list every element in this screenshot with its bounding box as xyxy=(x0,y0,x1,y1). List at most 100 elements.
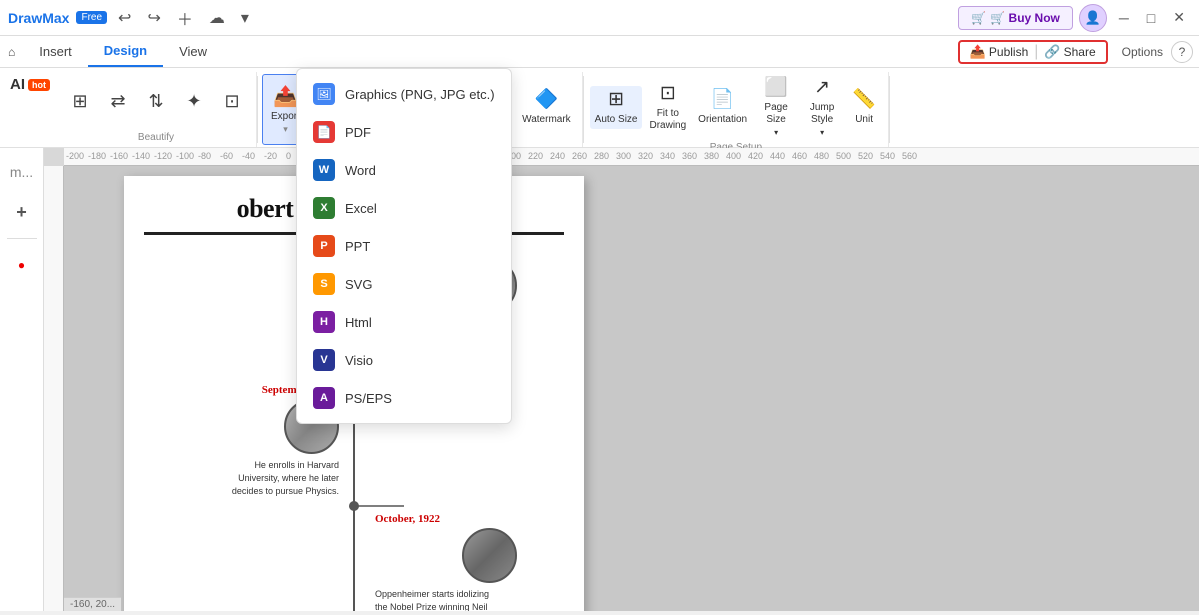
jump-style-button[interactable]: ↗ JumpStyle ▾ xyxy=(800,74,844,140)
share-icon: 🔗 xyxy=(1044,44,1060,60)
ribbon-toolbar: AI hot ⊞ ⇄ ⇅ ✦ ⊡ Beautify 📤 Export ▾ 🎨 B… xyxy=(0,68,1199,148)
buy-now-label: 🛒 Buy Now xyxy=(990,11,1060,25)
ribbon-tabs: ⌂ Insert Design View 📤 Publish | 🔗 Share… xyxy=(0,36,1199,68)
publish-icon: 📤 xyxy=(970,44,986,60)
ruler-mark: 560 xyxy=(902,151,917,161)
auto-size-button[interactable]: ⊞ Auto Size xyxy=(590,86,643,129)
tab-view[interactable]: View xyxy=(163,36,223,67)
beautify-btn-2[interactable]: ⇄ xyxy=(100,88,136,116)
export-word-label: Word xyxy=(345,163,376,178)
tab-design[interactable]: Design xyxy=(88,36,163,67)
tab-design-label: Design xyxy=(104,43,147,58)
ruler-mark: -60 xyxy=(220,151,233,161)
export-svg-item[interactable]: S SVG xyxy=(297,265,511,303)
export-pdf-item[interactable]: 📄 PDF xyxy=(297,113,511,151)
tool-dots-button[interactable]: m... xyxy=(4,154,40,190)
ruler-mark: 240 xyxy=(550,151,565,161)
tab-home[interactable]: ⌂ xyxy=(0,36,23,67)
watermark-label: Watermark xyxy=(522,114,571,126)
export-pdf-label: PDF xyxy=(345,125,371,140)
share-button[interactable]: 🔗 Share xyxy=(1040,42,1099,62)
beautify-btn-3[interactable]: ⇅ xyxy=(138,88,174,116)
maximize-button[interactable]: □ xyxy=(1141,8,1161,28)
auto-size-label: Auto Size xyxy=(595,114,638,126)
ruler-mark: 420 xyxy=(748,151,763,161)
help-button[interactable]: ? xyxy=(1171,41,1193,63)
export-png-label: Graphics (PNG, JPG etc.) xyxy=(345,87,495,102)
page-size-button[interactable]: ⬜ PageSize ▾ xyxy=(754,74,798,140)
export-ps-item[interactable]: A PS/EPS xyxy=(297,379,511,417)
export-word-item[interactable]: W Word xyxy=(297,151,511,189)
canvas-content[interactable]: obert J. Oppenheimer Summer, 1922 xyxy=(64,166,1199,611)
svg-icon: S xyxy=(313,273,335,295)
user-avatar[interactable]: 👤 xyxy=(1079,4,1107,32)
export-excel-item[interactable]: X Excel xyxy=(297,189,511,227)
export-ps-label: PS/EPS xyxy=(345,391,392,406)
ruler-mark: -200 xyxy=(66,151,84,161)
publish-button[interactable]: 📤 Publish xyxy=(966,42,1033,62)
unit-button[interactable]: 📏 Unit xyxy=(846,86,882,129)
export-visio-item[interactable]: V Visio xyxy=(297,341,511,379)
cart-icon: 🛒 xyxy=(971,11,986,25)
layout2-icon: ⇄ xyxy=(110,91,125,113)
ribbon-group-beautify: ⊞ ⇄ ⇅ ✦ ⊡ Beautify xyxy=(56,72,257,147)
export-png-item[interactable]: 🖼 Graphics (PNG, JPG etc.) xyxy=(297,75,511,113)
vertical-ruler xyxy=(44,166,64,611)
export-html-item[interactable]: H Html xyxy=(297,303,511,341)
beautify-btn-5[interactable]: ⊡ xyxy=(214,88,250,116)
tab-view-label: View xyxy=(179,44,207,59)
ruler-mark: 320 xyxy=(638,151,653,161)
fit-to-drawing-button[interactable]: ⊡ Fit toDrawing xyxy=(644,80,691,135)
beautify-btn-1[interactable]: ⊞ xyxy=(62,88,98,116)
undo-button[interactable]: ↩ xyxy=(113,5,136,31)
tab-insert-label: Insert xyxy=(39,44,72,59)
minimize-button[interactable]: ─ xyxy=(1113,8,1135,28)
timeline-event-3: October, 1922 Oppenheimer starts idolizi… xyxy=(134,513,574,611)
ruler-mark: 440 xyxy=(770,151,785,161)
options-label: Options xyxy=(1122,45,1163,59)
buy-now-button[interactable]: 🛒 🛒 Buy Now xyxy=(958,6,1073,30)
share-label: Share xyxy=(1064,45,1096,59)
ruler-mark: 300 xyxy=(616,151,631,161)
fit-to-drawing-label: Fit toDrawing xyxy=(649,108,686,132)
watermark-button[interactable]: 🔷 Watermark xyxy=(517,86,576,129)
redo-button[interactable]: ↪ xyxy=(142,5,165,31)
coord-display: -160, 20... xyxy=(64,597,121,611)
free-badge: Free xyxy=(76,11,107,24)
ruler-mark: 400 xyxy=(726,151,741,161)
event-desc-2: He enrolls in Harvard University, where … xyxy=(219,459,339,497)
options-button[interactable]: Options xyxy=(1114,41,1171,63)
ruler-mark: 480 xyxy=(814,151,829,161)
orientation-icon: 📄 xyxy=(711,89,735,112)
page-size-label: PageSize xyxy=(764,102,787,126)
fit-to-drawing-icon: ⊡ xyxy=(660,83,676,106)
layout4-icon: ✦ xyxy=(186,91,201,113)
export-excel-label: Excel xyxy=(345,201,377,216)
orientation-button[interactable]: 📄 Orientation xyxy=(693,86,752,129)
horizontal-ruler: -200 -180 -160 -140 -120 -100 -80 -60 -4… xyxy=(64,148,1199,166)
unit-label: Unit xyxy=(855,114,873,126)
app-name: DrawMax xyxy=(8,10,69,26)
export-dropdown: 🖼 Graphics (PNG, JPG etc.) 📄 PDF W Word … xyxy=(296,68,512,424)
page-setup-buttons: ⊞ Auto Size ⊡ Fit toDrawing 📄 Orientatio… xyxy=(590,74,882,140)
beautify-btn-4[interactable]: ✦ xyxy=(176,88,212,116)
new-page-button[interactable]: ＋ xyxy=(172,3,198,33)
tool-add-button[interactable]: + xyxy=(4,194,40,230)
export-ppt-item[interactable]: P PPT xyxy=(297,227,511,265)
layout1-icon: ⊞ xyxy=(72,91,87,113)
ruler-mark: 220 xyxy=(528,151,543,161)
excel-icon: X xyxy=(313,197,335,219)
ruler-mark: -20 xyxy=(264,151,277,161)
auto-size-icon: ⊞ xyxy=(608,89,624,112)
watermark-icon: 🔷 xyxy=(535,89,559,112)
close-button[interactable]: ✕ xyxy=(1167,7,1191,28)
event-desc-3: Oppenheimer starts idolizing the Nobel P… xyxy=(375,588,495,611)
ps-icon: A xyxy=(313,387,335,409)
export-ppt-label: PPT xyxy=(345,239,370,254)
publish-label: Publish xyxy=(989,45,1028,59)
tab-insert[interactable]: Insert xyxy=(23,36,88,67)
more-button[interactable]: ▾ xyxy=(236,5,254,31)
ruler-mark: -160 xyxy=(110,151,128,161)
save-cloud-button[interactable]: ☁ xyxy=(204,5,230,31)
event-date-3: October, 1922 xyxy=(375,513,440,525)
